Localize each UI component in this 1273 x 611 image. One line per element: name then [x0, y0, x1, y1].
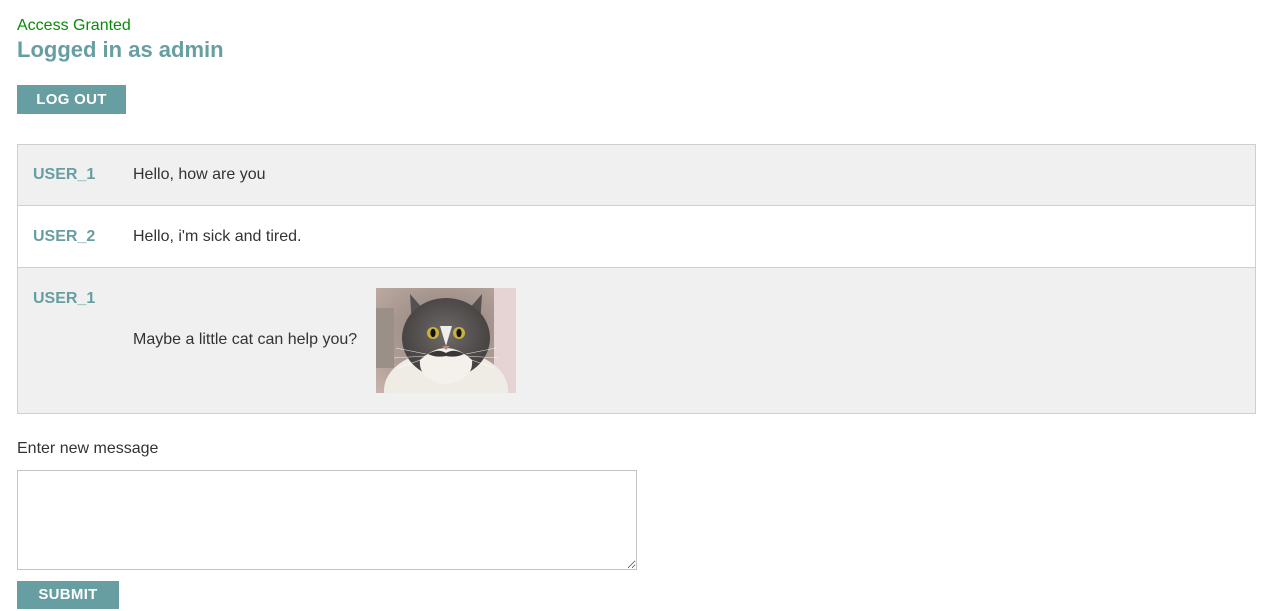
message-row: USER_2 Hello, i'm sick and tired. [18, 206, 1255, 268]
message-user: USER_1 [33, 166, 96, 183]
message-user: USER_2 [33, 228, 96, 245]
new-message-label: Enter new message [17, 440, 159, 457]
access-status: Access Granted [17, 17, 131, 34]
logout-button[interactable]: LOG OUT [17, 85, 126, 114]
message-text: Hello, how are you [133, 166, 266, 183]
message-row: USER_1 Hello, how are you [18, 145, 1255, 206]
message-row: USER_1 Maybe a little cat can help you? [18, 268, 1255, 413]
message-list: USER_1 Hello, how are you USER_2 Hello, … [17, 144, 1256, 414]
cat-image [376, 288, 516, 393]
message-text: Hello, i'm sick and tired. [133, 228, 302, 245]
logged-in-heading: Logged in as admin [17, 37, 224, 62]
page: Access Granted Logged in as admin LOG OU… [0, 0, 1273, 611]
message-user: USER_1 [33, 290, 96, 307]
submit-button[interactable]: SUBMIT [17, 581, 119, 609]
message-input[interactable] [17, 470, 637, 570]
message-text: Maybe a little cat can help you? [133, 331, 358, 348]
